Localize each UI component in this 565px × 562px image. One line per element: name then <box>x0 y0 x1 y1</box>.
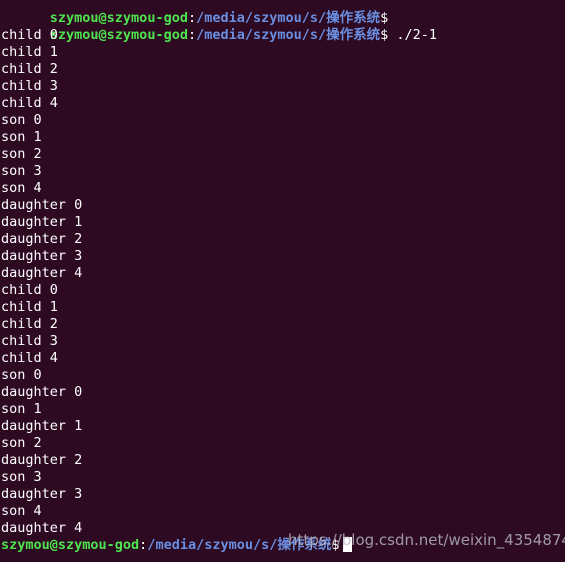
terminal-output-line: son 2 <box>1 146 565 163</box>
terminal-output-line: child 3 <box>1 333 565 350</box>
prompt-colon: : <box>187 10 197 26</box>
output-text: child 0 <box>1 282 58 298</box>
output-text: son 1 <box>1 401 42 417</box>
output-text: child 3 <box>1 333 58 349</box>
terminal-output-line: son 1 <box>1 129 565 146</box>
output-text: son 4 <box>1 503 42 519</box>
output-text: son 0 <box>1 112 42 128</box>
terminal-screen[interactable]: szymou@szymou-god:/media/szymou/s/操作系统$ … <box>0 0 565 554</box>
terminal-output-line: daughter 4 <box>1 520 565 537</box>
output-text: son 4 <box>1 180 42 196</box>
output-text: daughter 0 <box>1 384 83 400</box>
terminal-output-line: son 2 <box>1 435 565 452</box>
output-text: daughter 0 <box>1 197 83 213</box>
prompt-path-cjk: 操作系统 <box>326 10 381 26</box>
terminal-output-line: son 1 <box>1 401 565 418</box>
prompt-path-cjk: 操作系统 <box>277 537 332 553</box>
terminal-output-line: daughter 1 <box>1 214 565 231</box>
terminal-output-line: daughter 0 <box>1 384 565 401</box>
terminal-output-line: daughter 3 <box>1 486 565 503</box>
output-text: child 1 <box>1 299 58 315</box>
output-text: daughter 2 <box>1 452 83 468</box>
prompt-path-ascii: /media/szymou/s/ <box>147 537 278 553</box>
output-text: child 2 <box>1 316 58 332</box>
output-text: son 2 <box>1 435 42 451</box>
terminal-output-line: son 0 <box>1 112 565 129</box>
terminal-output-line: son 4 <box>1 180 565 197</box>
output-text: daughter 2 <box>1 231 83 247</box>
output-text: daughter 4 <box>1 520 83 536</box>
output-text: son 0 <box>1 367 42 383</box>
terminal-output-line: child 2 <box>1 61 565 78</box>
terminal-output-line: child 1 <box>1 44 565 61</box>
terminal-output-line: child 4 <box>1 95 565 112</box>
terminal-output-line: daughter 0 <box>1 197 565 214</box>
output-text: daughter 3 <box>1 248 83 264</box>
terminal-output-line: child 1 <box>1 299 565 316</box>
terminal-line-scrolled-off: szymou@szymou-god:/media/szymou/s/操作系统$ <box>1 0 565 26</box>
output-text: child 4 <box>1 350 58 366</box>
prompt-line-active[interactable]: szymou@szymou-god:/media/szymou/s/操作系统$ <box>1 537 565 554</box>
terminal-output-line: daughter 4 <box>1 265 565 282</box>
terminal-output-line: daughter 1 <box>1 418 565 435</box>
terminal-output-line: child 4 <box>1 350 565 367</box>
output-text: son 2 <box>1 146 42 162</box>
output-text: son 1 <box>1 129 42 145</box>
output-text: daughter 3 <box>1 486 83 502</box>
output-text: daughter 1 <box>1 418 83 434</box>
output-text: child 1 <box>1 44 58 60</box>
terminal-output-line: child 2 <box>1 316 565 333</box>
terminal-output-line: son 3 <box>1 163 565 180</box>
terminal-output-line: son 4 <box>1 503 565 520</box>
prompt-command: ./2-1 <box>388 27 438 43</box>
terminal-output-line: son 3 <box>1 469 565 486</box>
output-text: child 3 <box>1 78 58 94</box>
prompt-path-ascii: /media/szymou/s/ <box>196 27 327 43</box>
terminal-output-line: daughter 2 <box>1 452 565 469</box>
output-text: son 3 <box>1 163 42 179</box>
output-text: daughter 4 <box>1 265 83 281</box>
prompt-user-host: szymou@szymou-god <box>49 27 188 43</box>
terminal-output-line: daughter 2 <box>1 231 565 248</box>
prompt-path-cjk: 操作系统 <box>326 27 381 43</box>
prompt-sigil: $ <box>331 537 340 553</box>
prompt-colon: : <box>187 27 197 43</box>
terminal-output-line: daughter 3 <box>1 248 565 265</box>
terminal-output-line: child 3 <box>1 78 565 95</box>
output-text: daughter 1 <box>1 214 83 230</box>
terminal-output-line: son 0 <box>1 367 565 384</box>
output-text: son 3 <box>1 469 42 485</box>
prompt-user-host: szymou@szymou-god <box>49 10 188 26</box>
output-text: child 4 <box>1 95 58 111</box>
prompt-sigil: $ <box>380 10 389 26</box>
terminal-window[interactable]: szymou@szymou-god:/media/szymou/s/操作系统$ … <box>0 0 565 562</box>
terminal-output-line: child 0 <box>1 282 565 299</box>
prompt-user-host: szymou@szymou-god <box>1 537 140 553</box>
text-cursor[interactable] <box>342 537 352 552</box>
output-text: child 0 <box>1 27 58 43</box>
prompt-path-ascii: /media/szymou/s/ <box>196 10 327 26</box>
terminal-output-region: child 0 child 1 child 2 child 3 child 4 son 0… <box>1 27 565 554</box>
output-text: child 2 <box>1 61 58 77</box>
